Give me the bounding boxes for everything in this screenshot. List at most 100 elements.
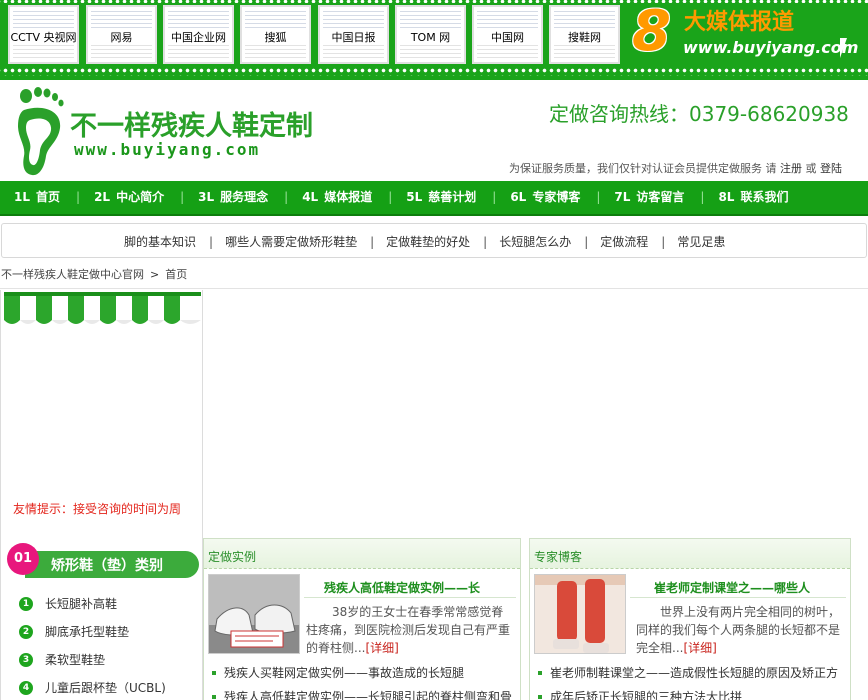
subnav-benefits[interactable]: 定做鞋垫的好处 <box>386 224 470 260</box>
nav-divider: | <box>180 190 185 204</box>
case-list-item[interactable]: 残疾人买鞋网定做实例——事故造成的长短腿 <box>212 665 512 689</box>
media-badge[interactable]: 8 大媒体报道 www.buyiyang.com <box>628 0 868 66</box>
category-label: 脚底承托型鞋垫 <box>45 625 130 639</box>
consult-tip: 友情提示：接受咨询的时间为周 <box>13 502 182 516</box>
media-thumb-cctv[interactable]: CCTV 央视网 <box>8 5 79 64</box>
awning-decoration <box>4 292 201 324</box>
breadcrumb-sep: > <box>150 268 160 281</box>
hotline: 定做咨询热线：0379-68620938 <box>549 102 849 126</box>
category-list: 1 长短腿补高鞋 2 脚底承托型鞋垫 3 柔软型鞋垫 4 儿童后跟杯垫（UCBL) <box>19 596 166 700</box>
media-thumb-china[interactable]: 中国网 <box>472 5 543 64</box>
category-label: 儿童后跟杯垫（UCBL) <box>45 681 166 695</box>
nav-blog[interactable]: 6L 专家博客 <box>510 181 580 214</box>
media-thumb-label: 搜鞋网 <box>551 29 618 45</box>
media-thumb-cnqy[interactable]: 中国企业网 <box>163 5 234 64</box>
category-index: 4 <box>19 681 33 695</box>
subnav-foot-basics[interactable]: 脚的基本知识 <box>124 224 196 260</box>
brand-title[interactable]: 不一样残疾人鞋定制 <box>70 104 313 143</box>
panel-header: 定做实例 <box>204 539 520 569</box>
blog-list-item[interactable]: 成年后矫正长短腿的三种方法大比拼 <box>538 689 838 700</box>
main-nav: 1L 首页 | 2L 中心简介 | 3L 服务理念 | 4L 媒体报道 | 5L 慈善计划… <box>0 181 868 216</box>
subnav-foot-problems[interactable]: 常见足患 <box>677 224 725 260</box>
category-item[interactable]: 4 儿童后跟杯垫（UCBL) <box>19 680 166 700</box>
case-feature-title[interactable]: 残疾人高低鞋定做实例——长 <box>324 579 480 596</box>
divider <box>630 597 846 598</box>
subnav-divider: | <box>483 235 488 249</box>
nav-charity[interactable]: 5L 慈善计划 <box>406 181 476 214</box>
category-index: 1 <box>19 597 33 611</box>
panel-heading[interactable]: 专家博客 <box>534 548 582 565</box>
media-thumb-souxie[interactable]: 搜鞋网 <box>549 5 620 64</box>
film-dots-bottom <box>0 66 868 76</box>
nav-num: 7L <box>614 190 631 204</box>
subnav-divider: | <box>370 235 375 249</box>
category-index: 2 <box>19 625 33 639</box>
nav-about[interactable]: 2L 中心简介 <box>94 181 164 214</box>
blog-more-link[interactable]: [详细] <box>683 641 716 655</box>
site-header: 不一样残疾人鞋定制 www.buyiyang.com 定做咨询热线：0379-6… <box>0 80 868 180</box>
subnav-leg-length[interactable]: 长短腿怎么办 <box>499 224 571 260</box>
brand-url: www.buyiyang.com <box>74 140 261 159</box>
nav-divider: | <box>492 190 497 204</box>
category-label: 柔软型鞋垫 <box>45 653 106 667</box>
nav-guestbook[interactable]: 7L 访客留言 <box>614 181 684 214</box>
nav-media[interactable]: 4L 媒体报道 <box>302 181 372 214</box>
subnav-process[interactable]: 定做流程 <box>600 224 648 260</box>
media-thumb-163[interactable]: 网易 <box>86 5 157 64</box>
register-link[interactable]: 注册 <box>780 162 802 175</box>
nav-label: 媒体报道 <box>324 190 373 204</box>
left-sidebar: 友情提示：接受咨询的时间为周 01 矫形鞋（垫）类别 1 长短腿补高鞋 2 脚底承托… <box>0 290 203 700</box>
breadcrumb: 不一样残疾人鞋定做中心官网 > 首页 <box>1 266 187 282</box>
nav-service[interactable]: 3L 服务理念 <box>198 181 268 214</box>
cases-panel: 定做实例 残疾人高低鞋定做实例——长 38岁的王女士在春季常常感觉脊柱疼痛，到医… <box>203 538 521 700</box>
media-thumb-label: 中国企业网 <box>165 29 232 45</box>
category-item[interactable]: 1 长短腿补高鞋 <box>19 596 166 624</box>
member-notice: 为保证服务质量，我们仅针对认证会员提供定做服务 请 注册 或 登陆 <box>509 160 842 176</box>
media-report-banner[interactable]: CCTV 央视网 网易 中国企业网 搜狐 中国日报 TOM 网 中国网 搜鞋网 … <box>0 0 868 80</box>
media-thumb-label: 网易 <box>88 29 155 45</box>
category-label: 长短腿补高鞋 <box>45 597 118 611</box>
nav-num: 6L <box>510 190 527 204</box>
panel-heading[interactable]: 定做实例 <box>208 548 256 565</box>
footprint-logo-icon[interactable] <box>12 86 66 178</box>
blog-panel: 专家博客 崔老师定制课堂之——哪些人 世界上没有两片完全相同的树叶，同样的我们每… <box>529 538 851 700</box>
category-title: 矫形鞋（垫）类别 <box>51 558 163 574</box>
subnav-who-needs[interactable]: 哪些人需要定做矫形鞋垫 <box>225 224 357 260</box>
badge-number: 8 <box>632 0 671 64</box>
subnav-divider: | <box>661 235 666 249</box>
nav-contact[interactable]: 8L 联系我们 <box>718 181 788 214</box>
nav-divider: | <box>596 190 601 204</box>
cursor-arrow-icon <box>840 38 854 58</box>
nav-divider: | <box>700 190 705 204</box>
media-thumb-label: 中国日报 <box>320 29 387 45</box>
media-thumb-chinadaily[interactable]: 中国日报 <box>318 5 389 64</box>
blog-photo[interactable] <box>534 574 626 654</box>
blog-list-item[interactable]: 崔老师制鞋课堂之——造成假性长短腿的原因及矫正方 <box>538 665 838 689</box>
nav-divider: | <box>388 190 393 204</box>
case-photo[interactable] <box>208 574 300 654</box>
category-index: 3 <box>19 653 33 667</box>
nav-num: 5L <box>406 190 423 204</box>
case-summary-text: 38岁的王女士在春季常常感觉脊柱疼痛，到医院检测后发现自己有严重的脊柱侧... <box>306 605 511 655</box>
media-thumb-sohu[interactable]: 搜狐 <box>240 5 311 64</box>
login-link[interactable]: 登陆 <box>820 162 842 175</box>
blog-summary: 世界上没有两片完全相同的树叶，同样的我们每个人两条腿的长短都不是完全相...[详… <box>636 603 842 657</box>
category-item[interactable]: 2 脚底承托型鞋垫 <box>19 624 166 652</box>
nav-home[interactable]: 1L 首页 <box>14 181 60 214</box>
badge-title: 大媒体报道 <box>684 10 795 35</box>
sub-nav: 脚的基本知识 | 哪些人需要定做矫形鞋垫 | 定做鞋垫的好处 | 长短腿怎么办 … <box>1 223 867 258</box>
case-list-item[interactable]: 残疾人高低鞋定做实例——长短腿引起的脊柱侧弯和骨 <box>212 689 512 700</box>
breadcrumb-site[interactable]: 不一样残疾人鞋定做中心官网 <box>1 268 144 281</box>
media-thumb-label: CCTV 央视网 <box>10 29 77 45</box>
media-thumb-label: 搜狐 <box>242 29 309 45</box>
blog-feature-title[interactable]: 崔老师定制课堂之——哪些人 <box>654 579 810 596</box>
case-more-link[interactable]: [详细] <box>365 641 398 655</box>
divider <box>304 597 516 598</box>
subnav-divider: | <box>584 235 589 249</box>
media-thumb-label: 中国网 <box>474 29 541 45</box>
media-thumb-tom[interactable]: TOM 网 <box>395 5 466 64</box>
category-item[interactable]: 3 柔软型鞋垫 <box>19 652 166 680</box>
nav-num: 1L <box>14 190 30 204</box>
subnav-divider: | <box>209 235 214 249</box>
badge-url: www.buyiyang.com <box>683 38 859 57</box>
